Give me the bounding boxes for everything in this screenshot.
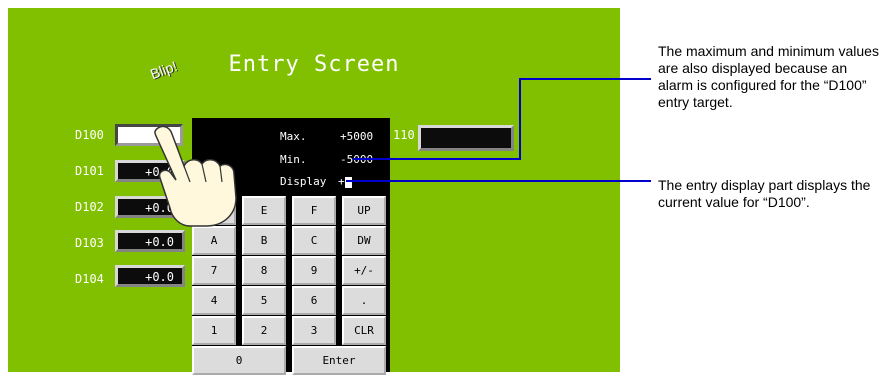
key-8[interactable]: 8 <box>242 256 286 285</box>
key-6[interactable]: 6 <box>292 286 336 315</box>
key-dw[interactable]: DW <box>342 226 386 255</box>
key-enter[interactable]: Enter <box>292 346 386 375</box>
min-label: Min. <box>280 153 307 166</box>
callout-display-note: The entry display part displays the curr… <box>658 177 871 210</box>
key-0[interactable]: 0 <box>192 346 286 375</box>
register-label-d110: 110 <box>393 128 415 142</box>
screen-title: Entry Screen <box>228 52 400 77</box>
key-c[interactable]: C <box>292 226 336 255</box>
callout1-leader-h2 <box>519 78 651 80</box>
key-sign[interactable]: +/- <box>342 256 386 285</box>
key-3[interactable]: 3 <box>292 316 336 345</box>
key-9[interactable]: 9 <box>292 256 336 285</box>
key-4[interactable]: 4 <box>192 286 236 315</box>
register-label-d101: D101 <box>75 164 104 178</box>
max-label: Max. <box>280 130 307 143</box>
key-f[interactable]: F <box>292 196 336 225</box>
key-2[interactable]: 2 <box>242 316 286 345</box>
key-5[interactable]: 5 <box>242 286 286 315</box>
entry-field-d103[interactable]: +0.0 <box>115 230 185 252</box>
display-value-text: + <box>338 175 345 188</box>
register-label-d104: D104 <box>75 272 104 286</box>
callout2-leader <box>346 180 651 182</box>
register-label-d102: D102 <box>75 200 104 214</box>
register-label-d103: D103 <box>75 236 104 250</box>
entry-field-d104[interactable]: +0.0 <box>115 265 185 287</box>
max-value: +5000 <box>340 130 374 143</box>
key-up[interactable]: UP <box>342 196 386 225</box>
callout1-leader-h1 <box>353 158 521 160</box>
key-clr[interactable]: CLR <box>342 316 386 345</box>
entry-field-d110[interactable] <box>418 125 514 151</box>
callout-alarm-note: The maximum and minimum values are also … <box>658 43 879 110</box>
pointing-hand-icon <box>154 125 237 227</box>
key-7[interactable]: 7 <box>192 256 236 285</box>
register-label-d100: D100 <box>75 128 104 142</box>
text-cursor-icon <box>344 176 352 188</box>
key-dot[interactable]: . <box>342 286 386 315</box>
key-1[interactable]: 1 <box>192 316 236 345</box>
display-label: Display <box>280 175 327 188</box>
callout1-leader-v <box>519 78 521 160</box>
